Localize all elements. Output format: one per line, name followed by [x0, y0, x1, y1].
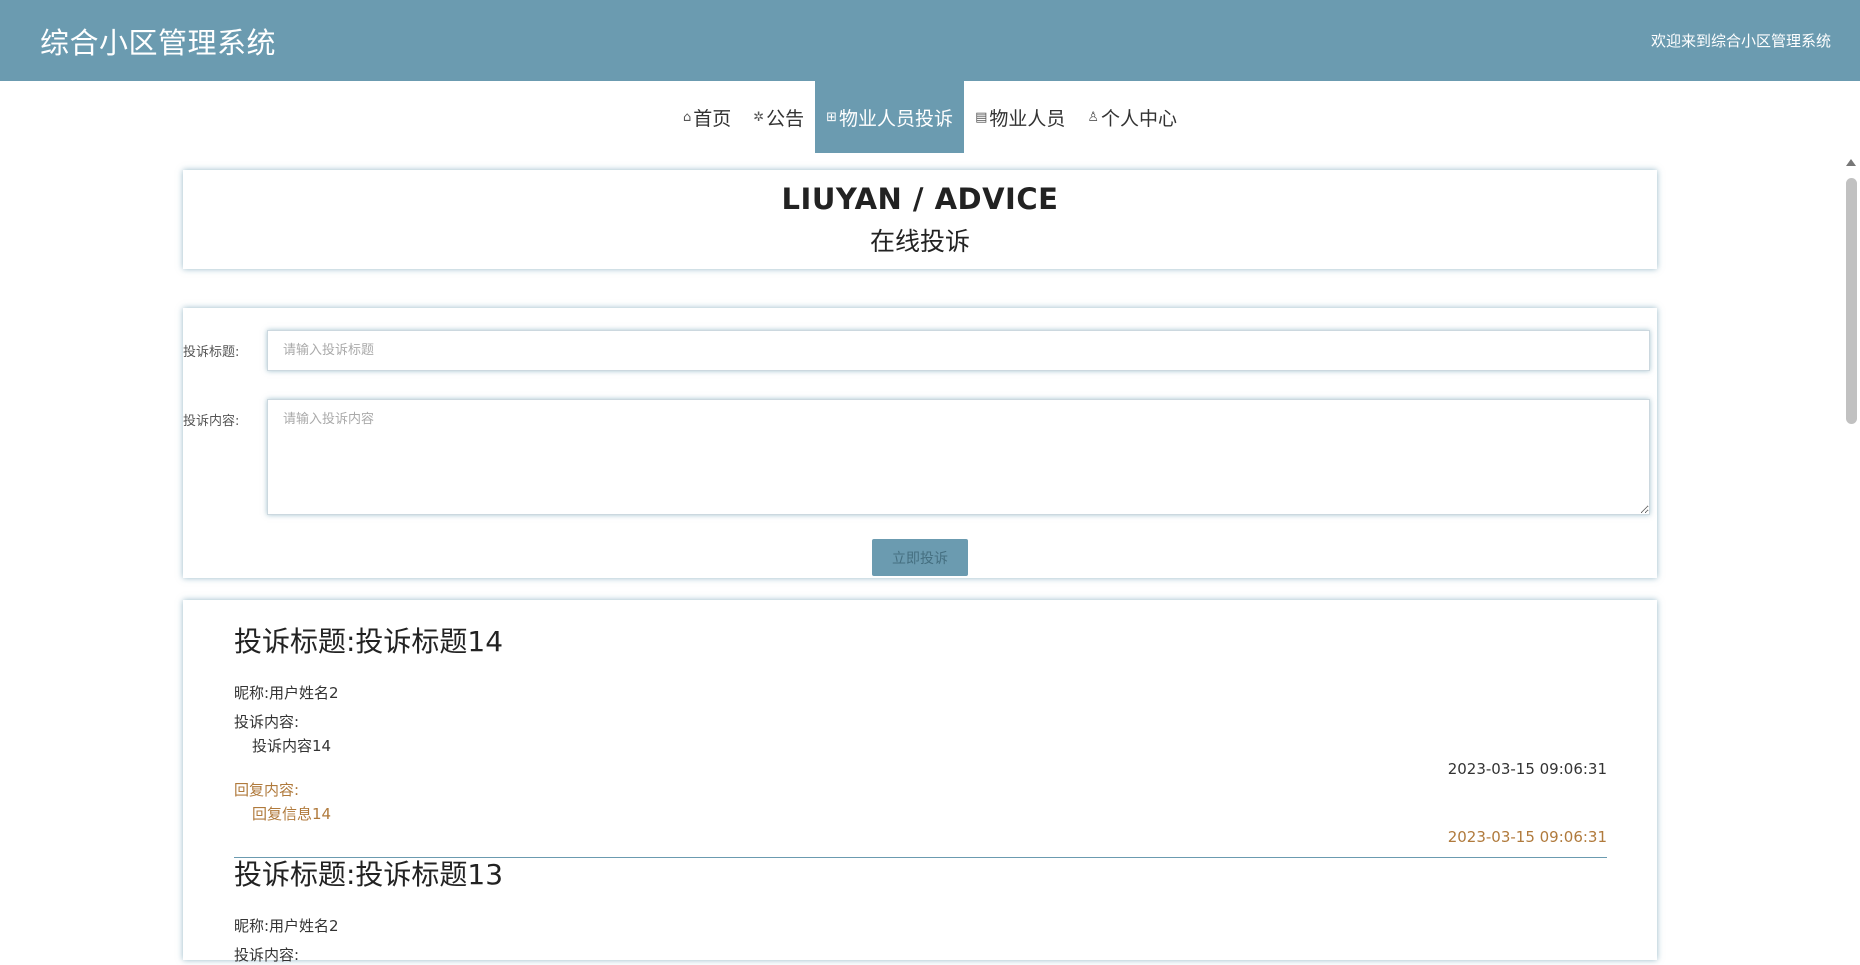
nav-item-announcement[interactable]: ✲ 公告	[742, 81, 815, 153]
top-header: 综合小区管理系统 欢迎来到综合小区管理系统	[0, 0, 1860, 81]
complaint-time: 2023-03-15 09:06:31	[1447, 760, 1607, 778]
complaint-nickname: 昵称:用户姓名2	[234, 684, 339, 702]
complaint-list: 投诉标题:投诉标题14 昵称:用户姓名2 投诉内容: 投诉内容14 2023-0…	[183, 600, 1657, 964]
scroll-up-arrow-icon[interactable]	[1846, 159, 1856, 166]
reply-time: 2023-03-15 09:06:31	[1447, 828, 1607, 846]
nav-item-personal-center[interactable]: ♙ 个人中心	[1076, 81, 1188, 153]
complaint-content: 投诉内容14	[252, 737, 332, 755]
nav-item-label: 个人中心	[1101, 107, 1178, 130]
complaint-nickname: 昵称:用户姓名2	[234, 917, 339, 935]
main-nav: ⌂ 首页 ✲ 公告 ⊞ 物业人员投诉 ▤ 物业人员 ♙ 个人中心	[0, 81, 1860, 153]
submit-complaint-button[interactable]: 立即投诉	[872, 539, 968, 576]
app-title: 综合小区管理系统	[40, 26, 277, 60]
announcement-icon: ✲	[753, 109, 765, 125]
content-label: 投诉内容:	[183, 414, 240, 429]
nav-item-staff[interactable]: ▤ 物业人员	[964, 81, 1076, 153]
complaint-title: 投诉标题:投诉标题13	[234, 858, 504, 891]
title-label: 投诉标题:	[183, 345, 240, 360]
nav-item-label: 公告	[766, 107, 805, 130]
user-icon: ♙	[1087, 109, 1100, 125]
nav-item-label: 首页	[693, 107, 732, 130]
nav-item-home[interactable]: ⌂ 首页	[672, 81, 742, 153]
complaint-form: 投诉标题: 投诉内容: 立即投诉	[183, 308, 1657, 578]
welcome-text: 欢迎来到综合小区管理系统	[1650, 32, 1831, 50]
complaint-content-textarea[interactable]	[267, 399, 1650, 515]
staff-icon: ▤	[975, 109, 988, 125]
banner-title-en: LIUYAN / ADVICE	[781, 182, 1059, 216]
home-icon: ⌂	[682, 109, 692, 125]
complaint-icon: ⊞	[826, 109, 838, 125]
reply-content: 回复信息14	[252, 805, 332, 823]
page-banner: LIUYAN / ADVICE 在线投诉	[183, 170, 1657, 269]
content-label: 投诉内容:	[234, 713, 300, 731]
content-label: 投诉内容:	[234, 946, 300, 964]
nav-item-label: 物业人员投诉	[839, 107, 954, 130]
reply-label: 回复内容:	[234, 781, 300, 799]
scrollbar-thumb[interactable]	[1846, 178, 1857, 424]
nav-item-complaint[interactable]: ⊞ 物业人员投诉	[815, 81, 965, 153]
complaint-title: 投诉标题:投诉标题14	[234, 625, 504, 658]
complaint-title-input[interactable]	[267, 330, 1650, 371]
nav-item-label: 物业人员	[989, 107, 1066, 130]
banner-title-cn: 在线投诉	[869, 227, 970, 256]
